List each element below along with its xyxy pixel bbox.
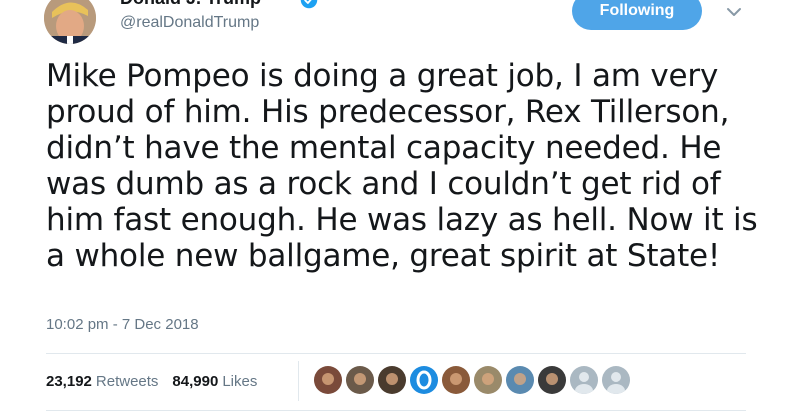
author-avatar-image xyxy=(44,0,96,44)
verified-badge-icon xyxy=(300,0,318,9)
liker-avatar-10[interactable] xyxy=(602,366,630,394)
retweets-count[interactable]: 23,192 xyxy=(46,373,92,390)
author-avatar[interactable] xyxy=(44,0,96,44)
tweet-text: Mike Pompeo is doing a great job, I am v… xyxy=(46,58,758,274)
liker-avatar-6[interactable] xyxy=(474,366,502,394)
following-button[interactable]: Following xyxy=(572,0,702,30)
divider-bottom xyxy=(46,410,746,411)
stats-separator xyxy=(298,361,299,401)
liker-avatar-5[interactable] xyxy=(442,366,470,394)
tweet-stats: 23,192 Retweets 84,990 Likes xyxy=(46,373,267,390)
likes-label[interactable]: Likes xyxy=(222,373,257,390)
likes-count[interactable]: 84,990 xyxy=(172,373,218,390)
tweet-card: Donald J. Trump @realDonaldTrump Followi… xyxy=(0,0,789,415)
liker-avatar-4[interactable] xyxy=(410,366,438,394)
author-handle[interactable]: @realDonaldTrump xyxy=(120,14,259,32)
liker-avatar-3[interactable] xyxy=(378,366,406,394)
author-display-name[interactable]: Donald J. Trump xyxy=(120,0,261,9)
liker-avatar-2[interactable] xyxy=(346,366,374,394)
divider-top xyxy=(46,353,746,354)
liker-avatars xyxy=(314,366,630,394)
tweet-timestamp[interactable]: 10:02 pm - 7 Dec 2018 xyxy=(46,316,199,333)
liker-avatar-7[interactable] xyxy=(506,366,534,394)
liker-avatar-9[interactable] xyxy=(570,366,598,394)
retweets-label[interactable]: Retweets xyxy=(96,373,159,390)
liker-avatar-1[interactable] xyxy=(314,366,342,394)
liker-avatar-8[interactable] xyxy=(538,366,566,394)
chevron-down-icon[interactable] xyxy=(724,2,744,22)
